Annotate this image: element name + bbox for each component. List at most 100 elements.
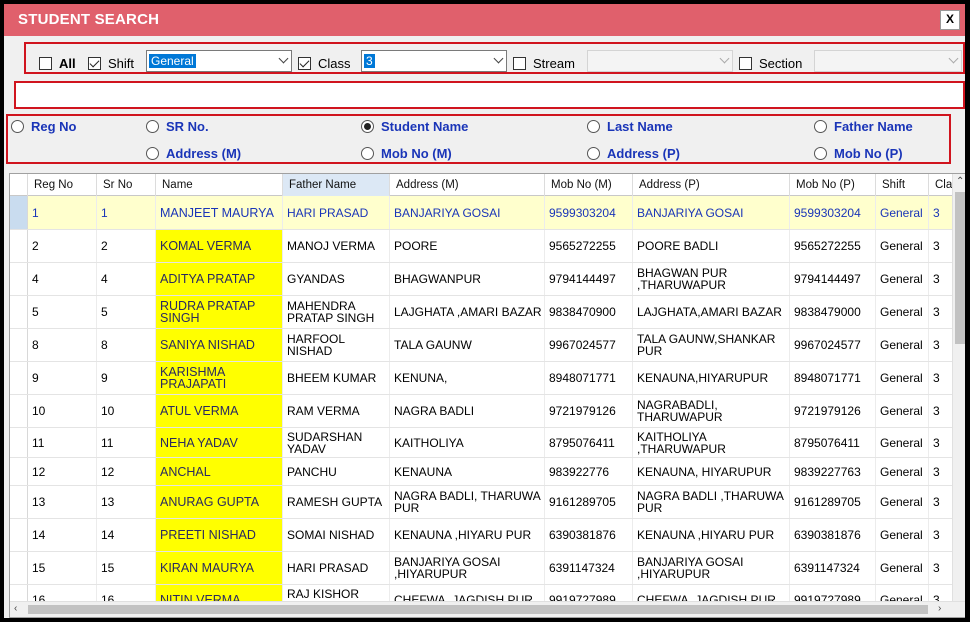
- cell-address-p[interactable]: TALA GAUNW,SHANKAR PUR: [633, 329, 790, 361]
- cell-reg-no[interactable]: 5: [28, 296, 97, 328]
- cell-mob-no-p[interactable]: 6391147324: [790, 552, 876, 584]
- all-checkbox[interactable]: All: [39, 54, 76, 72]
- cell-address-m[interactable]: KENAUNA ,HIYARU PUR: [390, 519, 545, 551]
- table-row[interactable]: 14 14 PREETI NISHAD SOMAI NISHAD KENAUNA ,HI…: [10, 519, 955, 552]
- col-header-mob-no-p[interactable]: Mob No (P): [790, 174, 876, 196]
- cell-sr-no[interactable]: 4: [97, 263, 156, 295]
- cell-shift[interactable]: General: [876, 486, 929, 518]
- all-checkbox-box[interactable]: [39, 56, 52, 70]
- cell-address-p[interactable]: KAITHOLIYA ,THARUWAPUR: [633, 428, 790, 457]
- cell-sr-no[interactable]: 13: [97, 486, 156, 518]
- cell-sr-no[interactable]: 12: [97, 458, 156, 485]
- cell-sr-no[interactable]: 5: [97, 296, 156, 328]
- cell-mob-no-p[interactable]: 6390381876: [790, 519, 876, 551]
- cell-reg-no[interactable]: 4: [28, 263, 97, 295]
- shift-select[interactable]: General: [146, 50, 292, 72]
- cell-shift[interactable]: General: [876, 458, 929, 485]
- cell-father-name[interactable]: MANOJ VERMA: [283, 230, 390, 262]
- section-checkbox-box[interactable]: [739, 56, 752, 70]
- table-row[interactable]: 5 5 RUDRA PRATAP SINGH MAHENDRA PRATAP SING…: [10, 296, 955, 329]
- row-header[interactable]: [10, 458, 28, 485]
- cell-reg-no[interactable]: 15: [28, 552, 97, 584]
- cell-mob-no-m[interactable]: 9721979126: [545, 395, 633, 427]
- cell-mob-no-p[interactable]: 9967024577: [790, 329, 876, 361]
- cell-mob-no-m[interactable]: 9599303204: [545, 196, 633, 229]
- class-select[interactable]: 3: [361, 50, 507, 72]
- cell-shift[interactable]: General: [876, 552, 929, 584]
- cell-name[interactable]: KOMAL VERMA: [156, 230, 283, 262]
- col-header-reg-no[interactable]: Reg No: [28, 174, 97, 196]
- col-header-name[interactable]: Name: [156, 174, 283, 196]
- row-header[interactable]: [10, 296, 28, 328]
- cell-mob-no-p[interactable]: 9839227763: [790, 458, 876, 485]
- cell-reg-no[interactable]: 10: [28, 395, 97, 427]
- table-row[interactable]: 12 12 ANCHAL PANCHU KENAUNA 983922776 KENAUNA,…: [10, 458, 955, 486]
- row-header[interactable]: [10, 196, 28, 229]
- col-header-sr-no[interactable]: Sr No: [97, 174, 156, 196]
- row-header[interactable]: [10, 552, 28, 584]
- cell-address-m[interactable]: LAJGHATA ,AMARI BAZAR: [390, 296, 545, 328]
- cell-address-p[interactable]: KENAUNA ,HIYARU PUR: [633, 519, 790, 551]
- table-row[interactable]: 8 8 SANIYA NISHAD HARFOOL NISHAD TALA GAUNW 9…: [10, 329, 955, 362]
- section-checkbox[interactable]: Section: [739, 54, 802, 72]
- radio-mob-no-m[interactable]: Mob No (M): [361, 146, 452, 161]
- section-select[interactable]: [814, 50, 962, 72]
- cell-mob-no-m[interactable]: 9161289705: [545, 486, 633, 518]
- cell-mob-no-m[interactable]: 6390381876: [545, 519, 633, 551]
- cell-address-p[interactable]: NAGRA BADLI ,THARUWA PUR: [633, 486, 790, 518]
- class-checkbox[interactable]: Class: [298, 54, 351, 72]
- cell-father-name[interactable]: MAHENDRA PRATAP SINGH: [283, 296, 390, 328]
- cell-address-p[interactable]: LAJGHATA,AMARI BAZAR: [633, 296, 790, 328]
- cell-mob-no-p[interactable]: 9838479000: [790, 296, 876, 328]
- close-button[interactable]: X: [940, 10, 960, 30]
- radio-address-m[interactable]: Address (M): [146, 146, 241, 161]
- class-checkbox-box[interactable]: [298, 56, 311, 70]
- radio-button[interactable]: [814, 147, 827, 160]
- cell-shift[interactable]: General: [876, 519, 929, 551]
- radio-button[interactable]: [361, 147, 374, 160]
- cell-father-name[interactable]: RAMESH GUPTA: [283, 486, 390, 518]
- cell-address-m[interactable]: POORE: [390, 230, 545, 262]
- scroll-right-icon[interactable]: ›: [938, 602, 941, 616]
- cell-address-p[interactable]: BANJARIYA GOSAI ,HIYARUPUR: [633, 552, 790, 584]
- cell-father-name[interactable]: BHEEM KUMAR: [283, 362, 390, 394]
- cell-address-m[interactable]: BHAGWANPUR: [390, 263, 545, 295]
- cell-sr-no[interactable]: 8: [97, 329, 156, 361]
- cell-name[interactable]: MANJEET MAURYA: [156, 196, 283, 229]
- cell-mob-no-m[interactable]: 8948071771: [545, 362, 633, 394]
- table-row[interactable]: 4 4 ADITYA PRATAP GYANDAS BHAGWANPUR 97941444…: [10, 263, 955, 296]
- radio-button[interactable]: [11, 120, 24, 133]
- cell-name[interactable]: KARISHMA PRAJAPATI: [156, 362, 283, 394]
- scroll-left-icon[interactable]: ‹: [14, 602, 17, 616]
- cell-name[interactable]: ANCHAL: [156, 458, 283, 485]
- cell-shift[interactable]: General: [876, 395, 929, 427]
- table-row[interactable]: 15 15 KIRAN MAURYA HARI PRASAD BANJARIYA GOS…: [10, 552, 955, 585]
- horizontal-scroll-thumb[interactable]: [28, 605, 928, 614]
- cell-father-name[interactable]: HARI PRASAD: [283, 552, 390, 584]
- row-header[interactable]: [10, 395, 28, 427]
- cell-reg-no[interactable]: 2: [28, 230, 97, 262]
- cell-name[interactable]: SANIYA NISHAD: [156, 329, 283, 361]
- row-header[interactable]: [10, 519, 28, 551]
- cell-shift[interactable]: General: [876, 296, 929, 328]
- stream-select[interactable]: [587, 50, 733, 72]
- col-header-shift[interactable]: Shift: [876, 174, 929, 196]
- cell-name[interactable]: ANURAG GUPTA: [156, 486, 283, 518]
- cell-reg-no[interactable]: 14: [28, 519, 97, 551]
- row-header[interactable]: [10, 428, 28, 457]
- radio-student-name[interactable]: Student Name: [361, 119, 468, 134]
- cell-address-m[interactable]: TALA GAUNW: [390, 329, 545, 361]
- col-header-address-m[interactable]: Address (M): [390, 174, 545, 196]
- cell-name[interactable]: ATUL VERMA: [156, 395, 283, 427]
- radio-reg-no[interactable]: Reg No: [11, 119, 77, 134]
- radio-button[interactable]: [814, 120, 827, 133]
- row-header[interactable]: [10, 329, 28, 361]
- cell-father-name[interactable]: SUDARSHAN YADAV: [283, 428, 390, 457]
- table-row[interactable]: 11 11 NEHA YADAV SUDARSHAN YADAV KAITHOLIYA 8…: [10, 428, 955, 458]
- cell-name[interactable]: PREETI NISHAD: [156, 519, 283, 551]
- table-row[interactable]: 10 10 ATUL VERMA RAM VERMA NAGRA BADLI 972197…: [10, 395, 955, 428]
- cell-name[interactable]: KIRAN MAURYA: [156, 552, 283, 584]
- cell-shift[interactable]: General: [876, 230, 929, 262]
- cell-sr-no[interactable]: 15: [97, 552, 156, 584]
- cell-mob-no-m[interactable]: 9967024577: [545, 329, 633, 361]
